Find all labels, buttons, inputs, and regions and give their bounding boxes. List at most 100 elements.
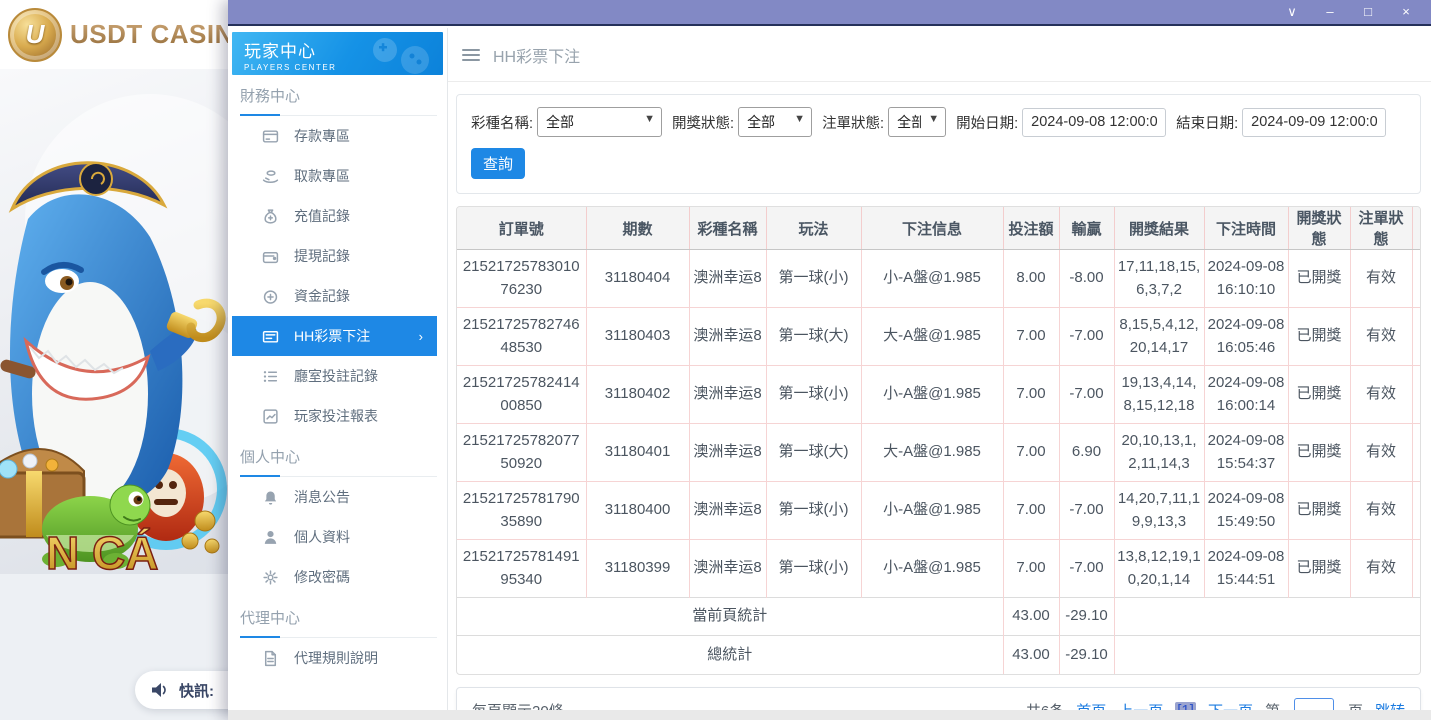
prev-page-link[interactable]: 上一页 [1118,700,1163,711]
table-gutter [1412,482,1421,540]
window-bottom-strip [228,710,1431,720]
main-topbar: HH彩票下注 [448,28,1431,82]
sidebar-item-label: 修改密碼 [294,567,350,587]
end-date-label: 結束日期: [1176,112,1238,133]
sidebar-item-label: 取款專區 [294,166,350,186]
search-button[interactable]: 查詢 [471,148,525,179]
sidebar-item-label: 玩家投注報表 [294,406,378,426]
sidebar-section: 財務中心存款專區取款專區充值記錄提現記錄資金記錄HH彩票下注›廳室投註記錄玩家投… [232,85,447,436]
column-header: 輸贏 [1059,207,1114,250]
table-cell: 6.90 [1059,424,1114,482]
current-page-chip[interactable]: [1] [1175,702,1196,711]
table-cell: 2152172578149195340 [457,540,586,598]
first-page-link[interactable]: 首页 [1076,700,1106,711]
bets-table: 訂單號期數彩種名稱玩法下注信息投注額輸贏開獎結果下注時間開獎狀態注單狀態2152… [457,207,1421,674]
gold-coin [195,511,215,531]
main-area: HH彩票下注 彩種名稱: 全部 ▼ [447,28,1431,710]
summary-bet-amount: 43.00 [1003,598,1059,636]
column-header: 投注額 [1003,207,1059,250]
table-cell: 已開獎 [1288,424,1350,482]
table-gutter [1412,207,1421,250]
table-cell: 第一球(小) [766,540,861,598]
next-page-link[interactable]: 下一页 [1208,700,1253,711]
bell-icon [262,489,279,506]
sidebar-item-label: HH彩票下注 [294,326,370,346]
sidebar-header: 玩家中心 PLAYERS CENTER [232,32,443,75]
table-cell: 2152172578179035890 [457,482,586,540]
page-summary-row: 當前頁統計43.00-29.10 [457,598,1421,636]
sidebar-item-change-password[interactable]: 修改密碼 [232,557,447,597]
end-date-input[interactable] [1242,108,1386,137]
speaker-icon [150,681,170,699]
table-cell: -7.00 [1059,540,1114,598]
table-cell: 已開獎 [1288,540,1350,598]
start-date-input[interactable] [1022,108,1166,137]
table-cell: 2152172578207750920 [457,424,586,482]
maximize-icon[interactable]: □ [1349,0,1387,24]
news-ticker-pill[interactable]: 快訊: [135,671,228,709]
sidebar-item-personal-profile[interactable]: 個人資料 [232,517,447,557]
table-cell: 20,10,13,1,2,11,14,3 [1114,424,1204,482]
table-cell: 有效 [1350,250,1412,308]
table-cell: -7.00 [1059,482,1114,540]
column-header: 玩法 [766,207,861,250]
table-cell: 第一球(小) [766,366,861,424]
gamepad-icon [365,36,437,75]
table-cell: 2024-09-08 15:49:50 [1204,482,1288,540]
table-cell: 31180399 [586,540,689,598]
table-cell: 有效 [1350,424,1412,482]
sidebar-section-heading: 個人中心 [240,446,437,477]
sidebar-section: 代理中心代理規則說明 [232,607,447,678]
table-cell: 19,13,4,14,8,15,12,18 [1114,366,1204,424]
window-titlebar: ∨ – □ × [228,0,1431,26]
table-gutter [1412,366,1421,424]
lottery-name-select[interactable]: 全部 [537,107,662,137]
table-cell: 31180404 [586,250,689,308]
table-cell: -7.00 [1059,308,1114,366]
sidebar-item-player-bet-report[interactable]: 玩家投注報表 [232,396,447,436]
draw-status-select[interactable]: 全部 [738,107,812,137]
money-bag-icon [262,208,279,225]
table-cell: 7.00 [1003,308,1059,366]
column-header: 期數 [586,207,689,250]
sidebar-item-agent-rules[interactable]: 代理規則說明 [232,638,447,678]
filter-panel: 彩種名稱: 全部 ▼ 開獎狀態: [456,94,1421,194]
brand-bar: U USDT CASINO [0,0,228,69]
table-cell: 大-A盤@1.985 [861,424,1003,482]
page-number-input[interactable] [1294,698,1334,710]
table-row: 215217257827464853031180403澳洲幸运8第一球(大)大-… [457,308,1421,366]
table-cell: 澳洲幸运8 [689,366,766,424]
sidebar-item-label: 個人資料 [294,527,350,547]
sidebar-item-funds-record[interactable]: 資金記錄 [232,276,447,316]
news-ticker-label: 快訊: [179,680,214,701]
jump-link[interactable]: 跳转 [1375,700,1405,711]
table-cell: 第一球(大) [766,424,861,482]
chevron-down-icon[interactable]: ∨ [1273,0,1311,24]
sidebar-item-deposit-zone[interactable]: 存款專區 [232,116,447,156]
sidebar-item-hh-lottery-bets[interactable]: HH彩票下注› [232,316,437,356]
report-icon [262,408,279,425]
casino-artwork-illustration: N CÁ [0,69,228,574]
table-cell: 31180400 [586,482,689,540]
sidebar-item-withdrawal-record[interactable]: 提現記錄 [232,236,447,276]
sidebar-item-withdraw-zone[interactable]: 取款專區 [232,156,447,196]
table-cell: 2024-09-08 16:05:46 [1204,308,1288,366]
summary-empty [1114,598,1421,636]
column-header: 注單狀態 [1350,207,1412,250]
column-header: 下注時間 [1204,207,1288,250]
sidebar-section-heading: 財務中心 [240,85,437,116]
sidebar-item-recharge-record[interactable]: 充值記錄 [232,196,447,236]
table-cell: 已開獎 [1288,308,1350,366]
coin-icon [262,288,279,305]
table-cell: 第一球(大) [766,308,861,366]
order-status-select[interactable]: 全部 [888,107,946,137]
sidebar-item-room-bet-record[interactable]: 廳室投註記錄 [232,356,447,396]
table-cell: 7.00 [1003,424,1059,482]
table-cell: 已開獎 [1288,482,1350,540]
menu-icon[interactable] [462,49,480,61]
close-icon[interactable]: × [1387,0,1425,24]
minimize-icon[interactable]: – [1311,0,1349,24]
table-cell: 14,20,7,11,19,9,13,3 [1114,482,1204,540]
deposit-card-icon [262,128,279,145]
sidebar-item-message-announcement[interactable]: 消息公告 [232,477,447,517]
